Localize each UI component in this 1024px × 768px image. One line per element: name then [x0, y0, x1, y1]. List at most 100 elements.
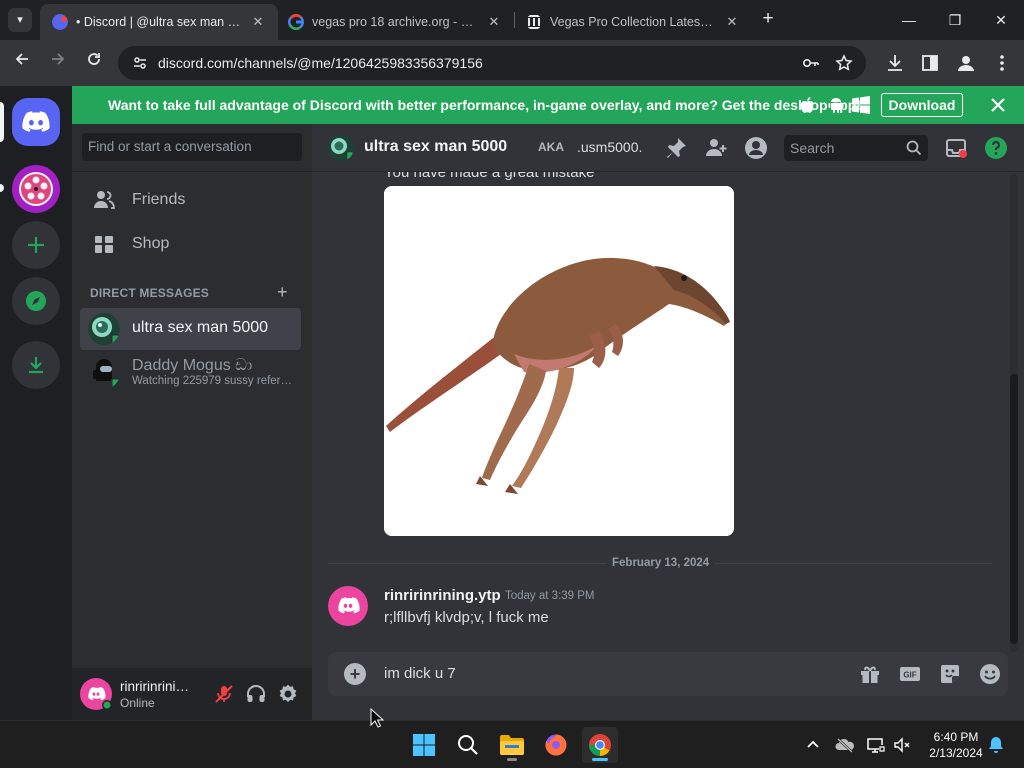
- sidebar-divider: [72, 171, 312, 172]
- chat-search-input[interactable]: Search: [784, 135, 928, 161]
- back-button[interactable]: [10, 51, 34, 75]
- forward-arrow-icon: [52, 53, 65, 65]
- banner-text: Want to take full advantage of Discord w…: [108, 97, 862, 113]
- headphones-icon[interactable]: [245, 683, 267, 705]
- sticker-icon[interactable]: [938, 662, 962, 686]
- reload-icon: [88, 53, 100, 65]
- bookmark-star-icon[interactable]: [835, 54, 853, 72]
- shop-icon: [95, 236, 113, 253]
- close-tab-icon[interactable]: ✕: [724, 14, 740, 30]
- address-bar[interactable]: discord.com/channels/@me/120642598335637…: [118, 46, 866, 80]
- side-panel-icon[interactable]: [919, 52, 941, 74]
- tab-archive[interactable]: Vegas Pro Collection Latest Builds ✕: [514, 4, 752, 40]
- tab-google-search[interactable]: vegas pro 18 archive.org - Google Search…: [276, 4, 514, 40]
- user-status: Online: [120, 696, 155, 710]
- network-display-icon[interactable]: [866, 735, 886, 755]
- close-window-button[interactable]: ✕: [978, 0, 1024, 40]
- onedrive-offline-icon[interactable]: [835, 735, 855, 755]
- user-panel: rinririnrining.ytp Online: [72, 668, 312, 720]
- taskbar-clock[interactable]: 6:40 PM 2/13/2024: [920, 729, 992, 761]
- chrome-menu-icon[interactable]: [991, 52, 1013, 74]
- search-icon: [458, 735, 478, 755]
- user-profile-icon[interactable]: [744, 136, 768, 160]
- discord-default-avatar-icon: [88, 687, 112, 710]
- firefox-button[interactable]: [538, 727, 574, 763]
- chat-recipient-name[interactable]: ultra sex man 5000: [364, 138, 507, 156]
- url-text: discord.com/channels/@me/120642598335637…: [158, 55, 483, 71]
- close-banner-icon[interactable]: [988, 95, 1008, 115]
- new-tab-button[interactable]: +: [758, 8, 778, 32]
- clock-time: 6:40 PM: [933, 730, 979, 744]
- pinned-messages-icon[interactable]: [664, 136, 688, 160]
- password-key-icon[interactable]: [802, 54, 820, 72]
- volume-muted-icon[interactable]: [892, 735, 912, 755]
- username[interactable]: rinririnrining.ytp: [120, 679, 194, 694]
- minimize-button[interactable]: —: [886, 0, 932, 40]
- message-composer[interactable]: + im dick u 7 GIF: [328, 652, 1008, 696]
- help-icon[interactable]: [984, 136, 1008, 160]
- settings-gear-icon[interactable]: [277, 683, 299, 705]
- inbox-icon[interactable]: [944, 136, 968, 160]
- site-info-icon[interactable]: [132, 55, 148, 71]
- find-conversation-input[interactable]: Find or start a conversation: [82, 133, 302, 161]
- search-placeholder: Search: [790, 140, 835, 156]
- message-input[interactable]: im dick u 7: [384, 665, 456, 682]
- download-button[interactable]: Download: [881, 93, 963, 117]
- dm-name: Daddy Mogus ඩා: [132, 357, 253, 374]
- archive-org-favicon-icon: [527, 15, 541, 29]
- message-author[interactable]: rinririnrining.ytp: [384, 587, 501, 604]
- message-timestamp: Today at 3:39 PM: [505, 590, 595, 602]
- direct-messages-heading: DIRECT MESSAGES: [90, 286, 210, 300]
- close-tab-icon[interactable]: ✕: [250, 14, 266, 30]
- back-arrow-icon: [15, 53, 28, 65]
- tab-title: Vegas Pro Collection Latest Builds: [550, 15, 716, 29]
- chrome-icon: [589, 734, 611, 756]
- close-tab-icon[interactable]: ✕: [486, 14, 502, 30]
- firefox-icon: [545, 734, 567, 756]
- direct-messages-home-button[interactable]: [12, 98, 60, 146]
- tab-discord[interactable]: • Discord | @ultra sex man 5000 ✕: [40, 4, 278, 40]
- discover-servers-button[interactable]: [12, 277, 60, 325]
- avatar[interactable]: [328, 586, 368, 626]
- gift-icon[interactable]: [858, 662, 882, 686]
- avatar[interactable]: [80, 678, 112, 710]
- dm-item-daddy-mogus[interactable]: Daddy Mogus ඩා Watching 225979 sussy ref…: [80, 352, 301, 394]
- gif-icon[interactable]: GIF: [898, 662, 922, 686]
- sidebar-item-friends[interactable]: Friends: [80, 179, 302, 221]
- create-dm-button[interactable]: +: [277, 283, 288, 301]
- server-vegas[interactable]: [12, 165, 60, 213]
- notification-bell-icon[interactable]: [986, 735, 1006, 755]
- browser-tab-strip: ▾ • Discord | @ultra sex man 5000 ✕ vega…: [0, 0, 1024, 40]
- image-attachment[interactable]: [384, 186, 734, 536]
- show-hidden-icons-chevron-icon[interactable]: [803, 735, 823, 755]
- start-button[interactable]: [406, 727, 442, 763]
- chat-scrollbar-thumb[interactable]: [1010, 374, 1018, 644]
- android-icon: [828, 98, 844, 113]
- download-apps-button[interactable]: [12, 341, 60, 389]
- forward-button[interactable]: [46, 51, 70, 75]
- upload-plus-button[interactable]: +: [344, 663, 366, 685]
- emoji-icon[interactable]: [978, 662, 1002, 686]
- sidebar-item-shop[interactable]: Shop: [80, 223, 302, 265]
- clock-date: 2/13/2024: [929, 746, 983, 760]
- file-explorer-button[interactable]: [494, 727, 530, 763]
- tab-search-button[interactable]: ▾: [8, 8, 32, 32]
- search-icon: [906, 140, 922, 156]
- avatar: [88, 357, 120, 389]
- creature-image: [384, 186, 734, 536]
- reload-button[interactable]: [82, 51, 106, 75]
- taskbar-search-button[interactable]: [450, 727, 486, 763]
- downloads-icon[interactable]: [884, 52, 906, 74]
- add-friends-to-dm-icon[interactable]: [704, 136, 728, 160]
- chrome-button[interactable]: [582, 727, 618, 763]
- recipient-nickname: .usm5000.: [577, 139, 643, 155]
- download-icon: [29, 357, 43, 374]
- windows-logo-icon: [413, 734, 435, 756]
- microphone-muted-icon[interactable]: [213, 683, 235, 705]
- compass-icon: [26, 291, 46, 311]
- film-reel-server-icon: [19, 172, 53, 206]
- add-server-button[interactable]: [12, 221, 60, 269]
- profile-icon[interactable]: [955, 52, 977, 74]
- dm-item-ultra-sex-man-5000[interactable]: ultra sex man 5000: [80, 308, 301, 350]
- restore-button[interactable]: ❐: [932, 0, 978, 40]
